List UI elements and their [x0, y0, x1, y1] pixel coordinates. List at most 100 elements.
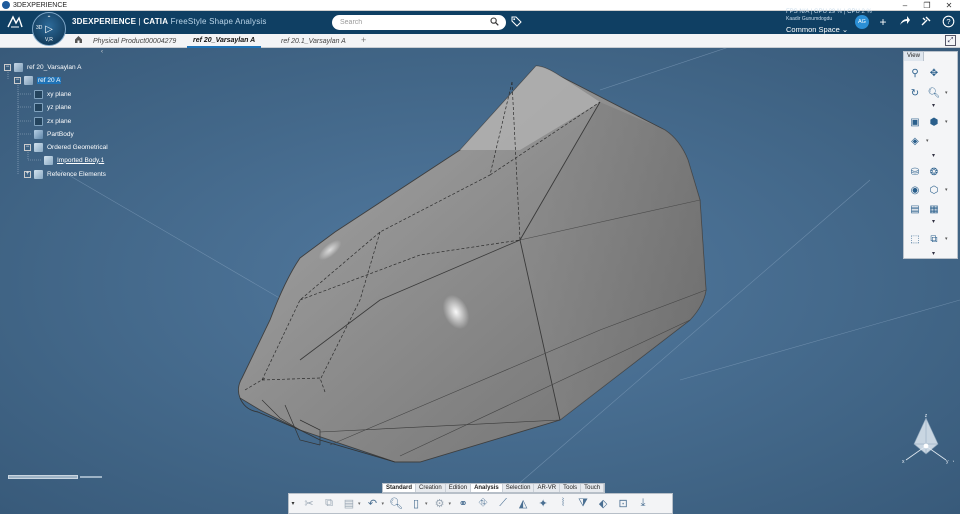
plus-icon[interactable]: + [875, 15, 891, 29]
home-icon[interactable] [74, 35, 83, 46]
share-icon[interactable] [897, 15, 913, 30]
tab-creation[interactable]: Creation [416, 484, 446, 492]
tools-icon[interactable] [918, 15, 934, 30]
svg-text:x: x [902, 459, 905, 465]
zoom-icon[interactable]: 🔍︎ [927, 86, 941, 100]
tree-node-root[interactable]: − ref 20_Varsaylan A [4, 62, 81, 72]
imported-body-icon [44, 155, 53, 165]
specification-tree[interactable]: ‹ − ref 20_Varsaylan A − ref 20 A xy pla… [0, 48, 112, 188]
search-field[interactable] [332, 15, 506, 30]
paste-icon[interactable]: ▤ [341, 496, 357, 512]
play-icon[interactable]: ▷ [45, 24, 53, 35]
draft-analysis-icon[interactable]: ⧩ [575, 496, 591, 512]
tree-scrollbar[interactable] [8, 475, 102, 479]
chevron-down-icon[interactable]: ▾ [926, 138, 929, 144]
section-toggle-icon[interactable]: ▾ [932, 250, 935, 257]
book-icon[interactable]: ▯ [408, 496, 424, 512]
zoom-area-icon[interactable]: ⚲ [908, 66, 922, 80]
3d-model-canvas[interactable] [0, 48, 960, 514]
tab-selection[interactable]: Selection [503, 484, 535, 492]
chevron-down-icon[interactable]: ▾ [945, 119, 948, 125]
3ds-logo-icon[interactable] [6, 14, 24, 30]
tree-node-reference-elements[interactable]: + Reference Elements [24, 169, 106, 179]
curvature-analysis-icon[interactable]: ⚭ [455, 496, 471, 512]
chevron-down-icon[interactable]: ▾ [382, 501, 385, 507]
chevron-down-icon[interactable]: ▾ [945, 90, 948, 96]
tab-edition[interactable]: Edition [446, 484, 472, 492]
collab-space-selector[interactable]: Common Space ⌄ [786, 25, 848, 34]
zoom-icon[interactable]: 🔍︎ [388, 496, 404, 512]
collapse-icon[interactable]: − [24, 143, 31, 151]
chevron-down-icon[interactable]: ▾ [945, 236, 948, 242]
view-mode-icon[interactable]: ⬢ [927, 115, 941, 129]
avatar[interactable]: AG [855, 15, 869, 29]
select-icon[interactable]: ⬚ [908, 232, 922, 246]
filter-icon[interactable]: ⧉ [927, 232, 941, 246]
tree-node-partbody[interactable]: PartBody [34, 129, 74, 139]
capture-icon[interactable]: ▣ [908, 115, 922, 129]
chevron-down-icon[interactable]: ▾ [289, 500, 297, 507]
section-toggle-icon[interactable]: ▾ [932, 152, 935, 159]
tree-node-label: yz plane [47, 103, 72, 111]
section-toggle-icon[interactable]: ▾ [932, 102, 935, 109]
action-bar: ▾ ✂ ⧉ ▤ ▾ ↶ ▾ 🔍︎ ▯ ▾ ⚙ ▾ ⚭ ⛗ ⟋ ◭ ✦ ⦚ ⧩ ⬖ ⊡ ⤓ [288, 493, 673, 514]
porcupine-icon[interactable]: ⟋ [495, 496, 511, 512]
search-icon[interactable] [490, 17, 499, 28]
tree-node-ordered-geometrical[interactable]: − Ordered Geometrical [24, 142, 108, 152]
maximize-button[interactable]: ❐ [916, 0, 938, 11]
search-input[interactable] [340, 19, 488, 26]
scrollbar-thumb[interactable] [8, 475, 78, 479]
tab-standard[interactable]: Standard [383, 484, 417, 492]
tree-node-part[interactable]: − ref 20 A [14, 75, 62, 85]
tab-ref20-1-varsaylan[interactable]: ref 20.1_Varsaylan A [275, 34, 352, 48]
chevron-down-icon[interactable]: ▾ [425, 501, 428, 507]
hide-show-icon[interactable]: ▤ [908, 202, 922, 216]
shading-icon[interactable]: ◉ [908, 183, 922, 197]
chevron-down-icon[interactable]: ▾ [358, 501, 361, 507]
measure-icon[interactable]: ⊡ [615, 496, 631, 512]
copy-icon[interactable]: ⧉ [321, 496, 337, 512]
expand-icon[interactable]: ⤢ [945, 35, 956, 46]
tab-ar-vr[interactable]: AR-VR [534, 484, 561, 492]
new-tab-icon[interactable]: + [361, 35, 366, 45]
reflection-lines-icon[interactable]: ✦ [535, 496, 551, 512]
material-icon[interactable]: ❂ [927, 165, 941, 179]
tab-physical-product[interactable]: Physical Product00004279 [87, 34, 182, 48]
tree-node-zx-plane[interactable]: zx plane [34, 116, 71, 126]
close-button[interactable]: ✕ [938, 0, 960, 11]
tree-node-imported-body[interactable]: Imported Body.1 [44, 155, 104, 165]
chevron-down-icon[interactable]: ▾ [449, 501, 452, 507]
render-style-icon[interactable]: ⛁ [908, 165, 922, 179]
3d-viewport[interactable] [0, 48, 960, 514]
rotate-icon[interactable]: ↻ [908, 86, 922, 100]
collapse-icon[interactable]: − [14, 76, 21, 84]
imported-body-shape[interactable] [237, 65, 707, 463]
tab-ref20-varsaylan[interactable]: ref 20_Varsaylan A [187, 34, 262, 48]
section-toggle-icon[interactable]: ▾ [932, 218, 935, 225]
iso-view-icon[interactable]: ◈ [908, 134, 922, 148]
tab-tools[interactable]: Tools [560, 484, 582, 492]
tab-analysis[interactable]: Analysis [471, 484, 503, 492]
surface-analysis-icon[interactable]: ◭ [515, 496, 531, 512]
tag-icon[interactable] [511, 16, 522, 30]
expand-icon[interactable]: + [24, 170, 31, 178]
view-compass-icon[interactable]: z x y ↘ [898, 412, 957, 468]
help-icon[interactable]: ? [940, 15, 956, 31]
swap-space-icon[interactable]: ▦ [927, 202, 941, 216]
tab-touch[interactable]: Touch [581, 484, 605, 492]
environment-map-icon[interactable]: ⬖ [595, 496, 611, 512]
cutting-plane-icon[interactable]: ⤓ [635, 496, 651, 512]
tree-node-xy-plane[interactable]: xy plane [34, 89, 71, 99]
chevron-down-icon[interactable]: ▾ [945, 187, 948, 193]
user-space-area[interactable]: FPS N/A | GPU 29 % | CPU 2 % Kaadir Gunu… [786, 9, 872, 34]
collapse-icon[interactable]: − [4, 63, 11, 71]
cut-icon[interactable]: ✂ [301, 496, 317, 512]
highlight-lines-icon[interactable]: ⦚ [555, 496, 571, 512]
tree-node-yz-plane[interactable]: yz plane [34, 102, 71, 112]
pan-icon[interactable]: ✥ [927, 66, 941, 80]
edges-icon[interactable]: ⬡ [927, 183, 941, 197]
connect-checker-icon[interactable]: ⛗ [475, 496, 491, 512]
settings-icon[interactable]: ⚙ [432, 496, 448, 512]
undo-icon[interactable]: ↶ [365, 496, 381, 512]
compass-widget[interactable]: ⌃ 3D ▷ V,R [32, 12, 66, 46]
